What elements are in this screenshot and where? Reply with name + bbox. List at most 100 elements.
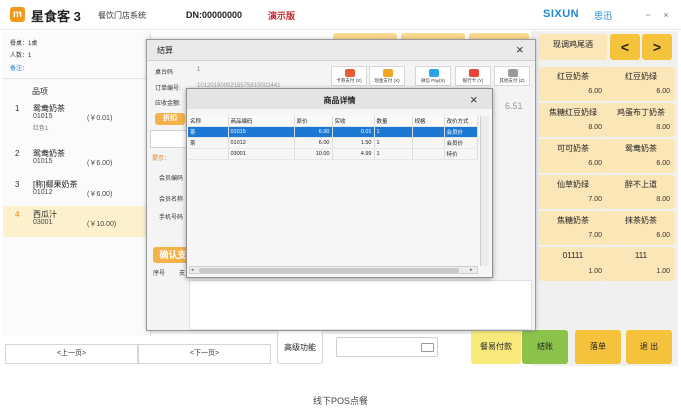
prev-dishes-button[interactable]: < [610,34,640,60]
product-detail-titlebar: 商品详情 × [187,89,492,109]
easy-pay-button[interactable]: 餐易付款 [471,330,521,364]
close-icon[interactable]: × [516,43,524,56]
dish-name: 焦糖红豆奶绿 [549,108,597,117]
order-item-selected[interactable]: 4 西瓜汁 03001 (￥10.00) [3,206,151,237]
close-icon[interactable]: × [470,93,478,106]
discount-button[interactable]: 折扣 [155,113,185,125]
prev-page-button[interactable]: <上一页> [5,344,138,364]
scrollbar-thumb[interactable] [199,268,459,273]
dish-price: 6.00 [656,160,670,167]
pay-label: 微信 Pay(S) [420,78,445,83]
amount-input[interactable] [150,130,190,148]
table-row[interactable]: 茶 01012 6.00 1.50 1 会员价 [188,137,478,149]
scroll-left-icon[interactable]: ◂ [191,268,196,273]
amount-due-value: 6.51 [505,101,523,111]
cell-quantity: 1 [374,137,413,149]
dish-button[interactable]: 红豆奶茶 6.00 [539,67,607,101]
top-bar: m 星食客 3 餐饮门店系统 DN:00000000 演示版 SIXUN 思迅 … [0,0,681,30]
order-item-code: 03001 [33,219,53,226]
guest-count: 人数：1 [10,53,32,59]
product-detail-title: 商品详情 [323,96,356,105]
column-header: 规格 [412,116,445,127]
dish-button[interactable]: 抹茶奶茶 6.00 [607,211,675,245]
order-item-price: (￥0.01) [87,115,113,122]
dish-button[interactable]: 焦糖奶茶 7.00 [539,211,607,245]
barcode-input[interactable] [336,337,438,357]
scroll-right-icon[interactable]: ▸ [470,268,475,273]
coupon-icon [345,69,355,77]
dish-name: 111 [634,251,648,260]
dish-category-button[interactable]: 现调鸡尾酒 [539,34,607,60]
dish-button[interactable]: 01111 1.00 [539,247,607,281]
dish-name: 醉不上道 [625,180,657,189]
dish-price: 1.00 [656,268,670,275]
order-item-price: (￥6.00) [87,160,113,167]
dish-name: 仙草奶绿 [557,180,589,189]
payment-records-list [189,280,532,330]
dish-price: 6.00 [656,232,670,239]
column-header: 原价 [294,116,333,127]
column-header: 名称 [188,116,229,127]
place-order-button[interactable]: 落单 [575,330,621,364]
dish-button[interactable]: 红豆奶绿 6.00 [607,67,675,101]
order-item[interactable]: 3 [称]椰果奶茶 01012 (￥6.00) [3,176,151,209]
dish-price: 8.00 [588,124,602,131]
cell-name: 茶 [188,137,229,149]
order-item-option: 红色1 [33,126,49,132]
cell-original-price: 10.00 [294,148,333,160]
order-item[interactable]: 1 鸳鸯奶茶 01015 (￥0.01) 红色1 [3,100,151,133]
settlement-dialog-title: 结算 [157,46,173,55]
dish-button[interactable]: 鸳鸯奶茶 6.00 [607,139,675,173]
next-page-button[interactable]: <下一页> [138,344,271,364]
dish-button[interactable]: 111 1.00 [607,247,675,281]
divider [3,78,151,79]
dish-button[interactable]: 醉不上道 8.00 [607,175,675,209]
other-pay-button[interactable]: 其他支付 (Z) [494,66,530,86]
dish-name: 01111 [562,251,584,260]
dish-button[interactable]: 鸡蛋布丁奶茶 8.00 [607,103,675,137]
dish-name: 可可奶茶 [557,144,589,153]
wechat-pay-icon [429,69,439,77]
table-row-selected[interactable]: 茶 01015 6.00 0.01 1 会员价 [188,126,478,138]
dish-price: 6.00 [588,160,602,167]
next-dishes-button[interactable]: > [642,34,672,60]
exit-button[interactable]: 退 出 [626,330,672,364]
checkout-button[interactable]: 结账 [522,330,568,364]
column-header: 实收 [332,116,375,127]
wechat-pay-button[interactable]: 微信 Pay(S) [415,66,451,86]
pay-label: 其他支付 (Z) [499,78,525,83]
product-detail-dialog: 商品详情 × 名称 商品编码 原价 实收 数量 规格 改价方式 茶 01015 … [186,88,493,278]
device-number: DN:00000000 [186,10,243,20]
order-item[interactable]: 2 鸳鸯奶茶 01015 (￥6.00) [3,145,151,178]
dish-category-label: 现调鸡尾酒 [553,40,593,49]
brand-logo: SIXUN [543,8,580,20]
dish-name: 鸡蛋布丁奶茶 [617,108,665,117]
payment-index-header: 序号 [153,271,166,277]
dish-button[interactable]: 焦糖红豆奶绿 8.00 [539,103,607,137]
dish-button[interactable]: 仙草奶绿 7.00 [539,175,607,209]
phone-number-label: 手机号码 [159,215,184,221]
cell-original-price: 6.00 [294,137,333,149]
bank-card-pay-button[interactable]: 银行卡 (Y) [455,66,491,86]
cash-pay-button[interactable]: 现金支付 (X) [369,66,405,86]
order-item-index: 3 [15,180,20,189]
cell-actual-price: 4.99 [332,148,375,160]
vertical-scrollbar[interactable] [480,116,489,266]
cell-code: 01012 [228,137,295,149]
table-row[interactable]: 03001 10.00 4.99 1 特价 [188,148,478,160]
horizontal-scrollbar[interactable]: ◂ ▸ [189,266,478,274]
member-name-label: 会员名称 [159,197,184,203]
order-item-index: 4 [15,210,20,219]
coupon-pay-button[interactable]: 卡券支付 (X) [331,66,367,86]
close-icon[interactable]: × [661,10,671,20]
dish-price: 8.00 [656,124,670,131]
app-name: 星食客 3 [31,9,81,24]
app-subtitle: 餐饮门店系统 [98,11,146,20]
pay-label: 现金支付 (X) [374,78,400,83]
cell-actual-price: 0.01 [332,126,375,138]
minimize-icon[interactable]: − [643,10,653,20]
order-note[interactable]: 备注： [10,63,28,72]
keyboard-icon[interactable] [421,343,434,352]
advanced-functions-button[interactable]: 高级功能 [277,330,323,364]
dish-button[interactable]: 可可奶茶 6.00 [539,139,607,173]
